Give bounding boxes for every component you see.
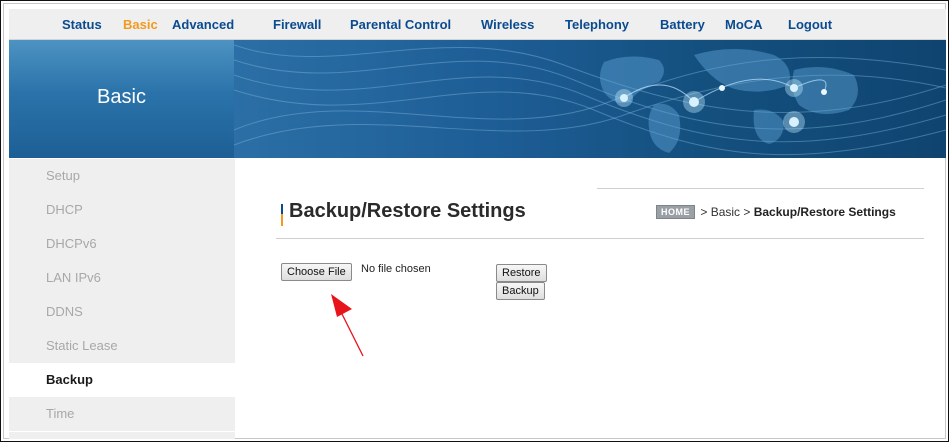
breadcrumb-current: Backup/Restore Settings: [753, 205, 896, 219]
nav-logout[interactable]: Logout: [788, 17, 832, 32]
nav-telephony[interactable]: Telephony: [565, 17, 629, 32]
choose-file-button[interactable]: Choose File: [281, 263, 352, 281]
nav-status[interactable]: Status: [62, 17, 102, 32]
backup-button[interactable]: Backup: [496, 282, 545, 300]
breadcrumb-home-link[interactable]: HOME: [656, 205, 695, 219]
nav-wireless[interactable]: Wireless: [481, 17, 534, 32]
sidebar-footer: [9, 432, 235, 439]
sidebar-item-lan-ipv6[interactable]: LAN IPv6: [9, 261, 235, 295]
sidebar-item-dhcp[interactable]: DHCP: [9, 193, 235, 227]
top-nav: Status Basic Advanced Firewall Parental …: [9, 9, 946, 40]
nav-firewall[interactable]: Firewall: [273, 17, 321, 32]
banner-section-panel: Basic: [9, 40, 234, 158]
sidebar: Setup DHCP DHCPv6 LAN IPv6 DDNS Static L…: [9, 159, 235, 431]
nav-advanced[interactable]: Advanced: [172, 17, 234, 32]
banner-graphic: [234, 44, 946, 156]
restore-button[interactable]: Restore: [496, 264, 547, 282]
sidebar-item-ddns[interactable]: DDNS: [9, 295, 235, 329]
sidebar-item-time[interactable]: Time: [9, 397, 235, 431]
sidebar-item-dhcpv6[interactable]: DHCPv6: [9, 227, 235, 261]
nav-basic[interactable]: Basic: [123, 17, 158, 32]
header-divider-bottom: [276, 238, 924, 239]
file-status-text: No file chosen: [361, 263, 431, 275]
breadcrumb-separator: >: [700, 205, 711, 219]
nav-battery[interactable]: Battery: [660, 17, 705, 32]
nav-moca[interactable]: MoCA: [725, 17, 763, 32]
sidebar-item-setup[interactable]: Setup: [9, 159, 235, 193]
page-title-text: Backup/Restore Settings: [289, 200, 526, 222]
sidebar-item-backup[interactable]: Backup: [9, 363, 235, 397]
breadcrumb-separator: >: [743, 205, 754, 219]
header-divider-top: [597, 188, 924, 189]
page-title: Backup/Restore Settings: [281, 200, 526, 223]
annotation-arrow-icon: [331, 294, 364, 357]
banner-world-map-image: [234, 40, 946, 158]
banner-section-title: Basic: [97, 86, 146, 108]
nav-parental-control[interactable]: Parental Control: [350, 17, 451, 32]
breadcrumb-basic[interactable]: Basic: [711, 205, 740, 219]
sidebar-item-static-lease[interactable]: Static Lease: [9, 329, 235, 363]
breadcrumb: HOME > Basic > Backup/Restore Settings: [656, 205, 896, 219]
